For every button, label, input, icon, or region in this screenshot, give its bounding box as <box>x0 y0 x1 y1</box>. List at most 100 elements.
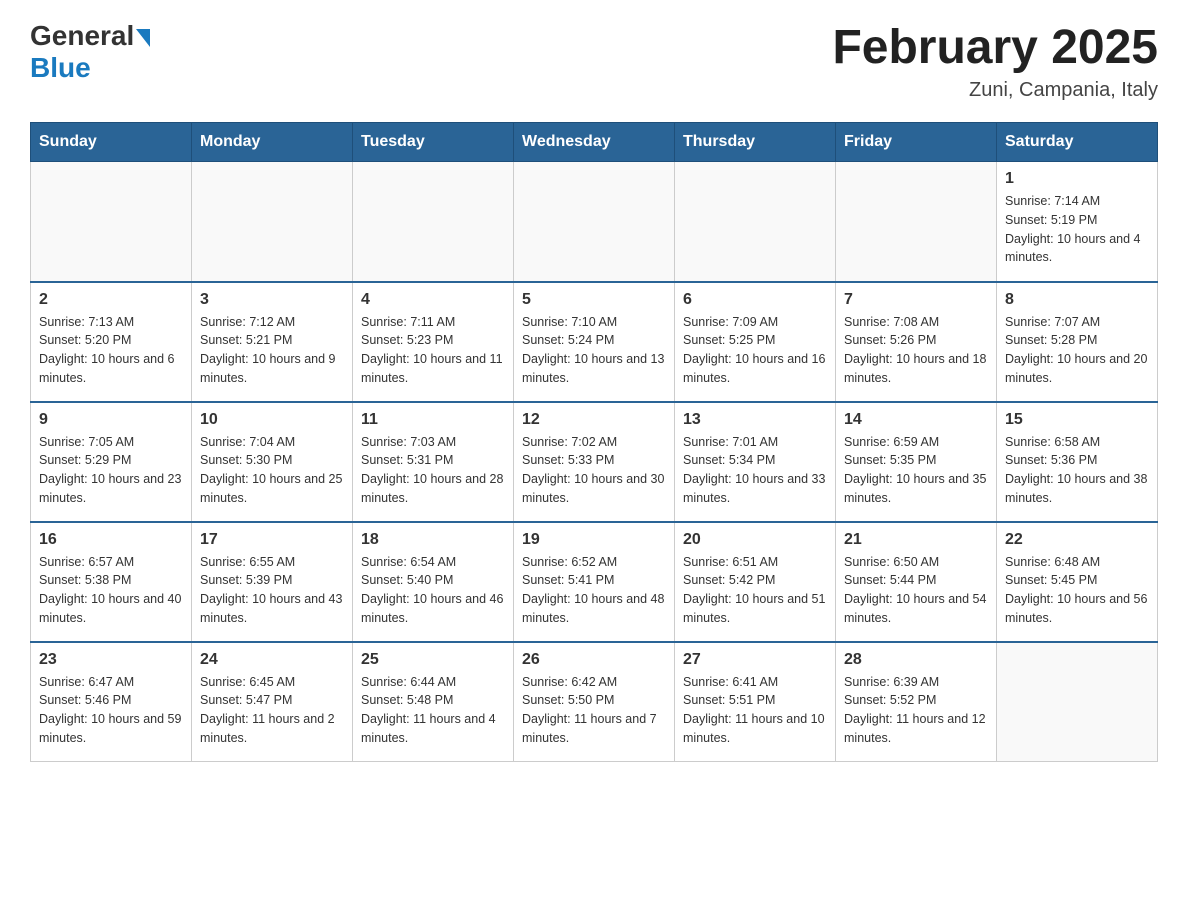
calendar-cell: 17Sunrise: 6:55 AMSunset: 5:39 PMDayligh… <box>192 522 353 642</box>
calendar-cell <box>31 162 192 282</box>
day-info: Sunrise: 7:01 AMSunset: 5:34 PMDaylight:… <box>683 433 827 508</box>
calendar-cell: 12Sunrise: 7:02 AMSunset: 5:33 PMDayligh… <box>514 402 675 522</box>
day-info: Sunrise: 7:14 AMSunset: 5:19 PMDaylight:… <box>1005 192 1149 267</box>
calendar-cell: 2 Sunrise: 7:13 AMSunset: 5:20 PMDaylight… <box>31 282 192 402</box>
calendar-cell: 21 Sunrise: 6:50 AMSunset: 5:44 PMDayligh… <box>836 522 997 642</box>
day-info: Sunrise: 6:59 AMSunset: 5:35 PMDaylight:… <box>844 433 988 508</box>
day-number: 27 <box>683 651 827 669</box>
day-number: 1 <box>1005 170 1149 188</box>
day-info: Sunrise: 6:47 AMSunset: 5:46 PMDaylight:… <box>39 673 183 748</box>
day-info: Sunrise: 6:54 AMSunset: 5:40 PMDaylight:… <box>361 553 505 628</box>
day-number: 21 <box>844 531 988 549</box>
day-number: 2 <box>39 291 183 309</box>
calendar-cell: 10 Sunrise: 7:04 AMSunset: 5:30 PMDayligh… <box>192 402 353 522</box>
day-number: 19 <box>522 531 666 549</box>
day-number: 9 <box>39 411 183 429</box>
day-info: Sunrise: 7:08 AMSunset: 5:26 PMDaylight:… <box>844 313 988 388</box>
calendar-cell: 13 Sunrise: 7:01 AMSunset: 5:34 PMDayligh… <box>675 402 836 522</box>
day-number: 15 <box>1005 411 1149 429</box>
title-section: February 2025 Zuni, Campania, Italy <box>832 20 1158 102</box>
day-number: 16 <box>39 531 183 549</box>
logo: General Blue <box>30 20 152 84</box>
day-info: Sunrise: 6:44 AMSunset: 5:48 PMDaylight:… <box>361 673 505 748</box>
logo-blue: Blue <box>30 52 91 83</box>
header-tuesday: Tuesday <box>353 123 514 162</box>
day-number: 13 <box>683 411 827 429</box>
header-thursday: Thursday <box>675 123 836 162</box>
header-monday: Monday <box>192 123 353 162</box>
day-number: 5 <box>522 291 666 309</box>
day-number: 14 <box>844 411 988 429</box>
day-number: 25 <box>361 651 505 669</box>
calendar-cell <box>514 162 675 282</box>
calendar-cell: 25 Sunrise: 6:44 AMSunset: 5:48 PMDayligh… <box>353 642 514 762</box>
day-info: Sunrise: 6:55 AMSunset: 5:39 PMDaylight:… <box>200 553 344 628</box>
day-info: Sunrise: 6:50 AMSunset: 5:44 PMDaylight:… <box>844 553 988 628</box>
day-info: Sunrise: 7:03 AMSunset: 5:31 PMDaylight:… <box>361 433 505 508</box>
day-info: Sunrise: 6:52 AMSunset: 5:41 PMDaylight:… <box>522 553 666 628</box>
day-number: 28 <box>844 651 988 669</box>
day-number: 10 <box>200 411 344 429</box>
day-number: 20 <box>683 531 827 549</box>
logo-general: General <box>30 20 134 52</box>
day-info: Sunrise: 7:11 AMSunset: 5:23 PMDaylight:… <box>361 313 505 388</box>
calendar-cell: 7 Sunrise: 7:08 AMSunset: 5:26 PMDaylight… <box>836 282 997 402</box>
day-info: Sunrise: 6:51 AMSunset: 5:42 PMDaylight:… <box>683 553 827 628</box>
day-info: Sunrise: 6:48 AMSunset: 5:45 PMDaylight:… <box>1005 553 1149 628</box>
header-wednesday: Wednesday <box>514 123 675 162</box>
day-number: 22 <box>1005 531 1149 549</box>
calendar-cell <box>836 162 997 282</box>
day-info: Sunrise: 7:13 AMSunset: 5:20 PMDaylight:… <box>39 313 183 388</box>
day-info: Sunrise: 7:04 AMSunset: 5:30 PMDaylight:… <box>200 433 344 508</box>
header-sunday: Sunday <box>31 123 192 162</box>
calendar-cell <box>353 162 514 282</box>
calendar-cell: 3Sunrise: 7:12 AMSunset: 5:21 PMDaylight… <box>192 282 353 402</box>
day-info: Sunrise: 6:41 AMSunset: 5:51 PMDaylight:… <box>683 673 827 748</box>
day-number: 8 <box>1005 291 1149 309</box>
day-number: 7 <box>844 291 988 309</box>
day-info: Sunrise: 7:05 AMSunset: 5:29 PMDaylight:… <box>39 433 183 508</box>
day-info: Sunrise: 6:42 AMSunset: 5:50 PMDaylight:… <box>522 673 666 748</box>
calendar-cell: 18 Sunrise: 6:54 AMSunset: 5:40 PMDayligh… <box>353 522 514 642</box>
day-info: Sunrise: 6:45 AMSunset: 5:47 PMDaylight:… <box>200 673 344 748</box>
calendar-cell: 15 Sunrise: 6:58 AMSunset: 5:36 PMDayligh… <box>997 402 1158 522</box>
calendar-cell: 19 Sunrise: 6:52 AMSunset: 5:41 PMDayligh… <box>514 522 675 642</box>
calendar-week-row: 1 Sunrise: 7:14 AMSunset: 5:19 PMDaylight… <box>31 162 1158 282</box>
calendar-cell: 11 Sunrise: 7:03 AMSunset: 5:31 PMDayligh… <box>353 402 514 522</box>
day-info: Sunrise: 7:07 AMSunset: 5:28 PMDaylight:… <box>1005 313 1149 388</box>
logo-general-text: General <box>30 20 152 52</box>
day-info: Sunrise: 7:09 AMSunset: 5:25 PMDaylight:… <box>683 313 827 388</box>
day-number: 24 <box>200 651 344 669</box>
location-text: Zuni, Campania, Italy <box>832 79 1158 102</box>
weekday-header-row: Sunday Monday Tuesday Wednesday Thursday… <box>31 123 1158 162</box>
day-number: 4 <box>361 291 505 309</box>
calendar-cell: 24 Sunrise: 6:45 AMSunset: 5:47 PMDayligh… <box>192 642 353 762</box>
day-info: Sunrise: 7:02 AMSunset: 5:33 PMDaylight:… <box>522 433 666 508</box>
logo-arrow-icon <box>136 29 150 47</box>
month-title: February 2025 <box>832 20 1158 75</box>
calendar-cell: 1 Sunrise: 7:14 AMSunset: 5:19 PMDaylight… <box>997 162 1158 282</box>
calendar-cell: 9 Sunrise: 7:05 AMSunset: 5:29 PMDaylight… <box>31 402 192 522</box>
calendar-week-row: 23Sunrise: 6:47 AMSunset: 5:46 PMDayligh… <box>31 642 1158 762</box>
calendar-cell <box>675 162 836 282</box>
day-number: 11 <box>361 411 505 429</box>
calendar-cell: 8 Sunrise: 7:07 AMSunset: 5:28 PMDaylight… <box>997 282 1158 402</box>
calendar-cell: 27 Sunrise: 6:41 AMSunset: 5:51 PMDayligh… <box>675 642 836 762</box>
day-info: Sunrise: 7:12 AMSunset: 5:21 PMDaylight:… <box>200 313 344 388</box>
day-info: Sunrise: 7:10 AMSunset: 5:24 PMDaylight:… <box>522 313 666 388</box>
calendar-cell <box>192 162 353 282</box>
day-number: 18 <box>361 531 505 549</box>
calendar-cell: 23Sunrise: 6:47 AMSunset: 5:46 PMDayligh… <box>31 642 192 762</box>
day-info: Sunrise: 6:57 AMSunset: 5:38 PMDaylight:… <box>39 553 183 628</box>
calendar-cell: 28Sunrise: 6:39 AMSunset: 5:52 PMDayligh… <box>836 642 997 762</box>
header-friday: Friday <box>836 123 997 162</box>
calendar-cell <box>997 642 1158 762</box>
calendar-cell: 26Sunrise: 6:42 AMSunset: 5:50 PMDayligh… <box>514 642 675 762</box>
day-info: Sunrise: 6:58 AMSunset: 5:36 PMDaylight:… <box>1005 433 1149 508</box>
calendar-cell: 4 Sunrise: 7:11 AMSunset: 5:23 PMDaylight… <box>353 282 514 402</box>
calendar-week-row: 2 Sunrise: 7:13 AMSunset: 5:20 PMDaylight… <box>31 282 1158 402</box>
calendar-cell: 14 Sunrise: 6:59 AMSunset: 5:35 PMDayligh… <box>836 402 997 522</box>
header-saturday: Saturday <box>997 123 1158 162</box>
calendar-week-row: 9 Sunrise: 7:05 AMSunset: 5:29 PMDaylight… <box>31 402 1158 522</box>
calendar-cell: 22 Sunrise: 6:48 AMSunset: 5:45 PMDayligh… <box>997 522 1158 642</box>
